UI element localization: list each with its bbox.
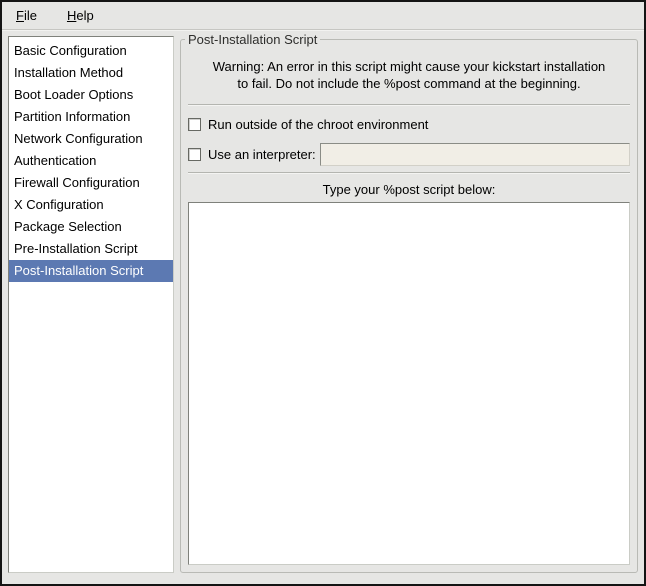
sidebar-item-installation-method[interactable]: Installation Method: [9, 62, 173, 84]
menu-help[interactable]: Help: [59, 5, 102, 26]
sidebar-item-authentication[interactable]: Authentication: [9, 150, 173, 172]
interpreter-checkbox[interactable]: [188, 148, 201, 161]
menu-file-rest: ile: [24, 8, 37, 23]
separator-bottom: [188, 172, 630, 174]
sidebar-item-network-configuration[interactable]: Network Configuration: [9, 128, 173, 150]
post-installation-script-group: Post-Installation Script Warning: An err…: [180, 39, 638, 573]
kickstart-configurator-window: File Help Basic Configuration Installati…: [0, 0, 646, 586]
script-area-label: Type your %post script below:: [187, 182, 631, 197]
sidebar-item-boot-loader-options[interactable]: Boot Loader Options: [9, 84, 173, 106]
menu-help-accel: H: [67, 8, 76, 23]
group-title: Post-Installation Script: [185, 32, 320, 47]
post-script-textarea[interactable]: [188, 202, 630, 565]
section-list: Basic Configuration Installation Method …: [8, 36, 174, 573]
sidebar-item-partition-information[interactable]: Partition Information: [9, 106, 173, 128]
sidebar-item-firewall-configuration[interactable]: Firewall Configuration: [9, 172, 173, 194]
sidebar-item-package-selection[interactable]: Package Selection: [9, 216, 173, 238]
menu-bar: File Help: [2, 2, 644, 30]
warning-text: Warning: An error in this script might c…: [193, 58, 625, 92]
menu-help-rest: elp: [76, 8, 93, 23]
chroot-checkbox-row: Run outside of the chroot environment: [188, 112, 630, 136]
sidebar-item-pre-installation-script[interactable]: Pre-Installation Script: [9, 238, 173, 260]
separator-top: [188, 104, 630, 106]
chroot-checkbox[interactable]: [188, 118, 201, 131]
interpreter-checkbox-row: Use an interpreter:: [188, 142, 630, 166]
chroot-checkbox-label[interactable]: Run outside of the chroot environment: [208, 117, 428, 132]
sidebar-item-post-installation-script[interactable]: Post-Installation Script: [9, 260, 173, 282]
sidebar-item-basic-configuration[interactable]: Basic Configuration: [9, 40, 173, 62]
interpreter-entry[interactable]: [320, 143, 630, 166]
menu-file-accel: F: [16, 8, 24, 23]
main-area: Basic Configuration Installation Method …: [2, 30, 644, 584]
warning-line-1: Warning: An error in this script might c…: [193, 58, 625, 75]
warning-line-2: to fail. Do not include the %post comman…: [193, 75, 625, 92]
sidebar-item-x-configuration[interactable]: X Configuration: [9, 194, 173, 216]
menu-file[interactable]: File: [8, 5, 45, 26]
interpreter-checkbox-label[interactable]: Use an interpreter:: [208, 147, 316, 162]
